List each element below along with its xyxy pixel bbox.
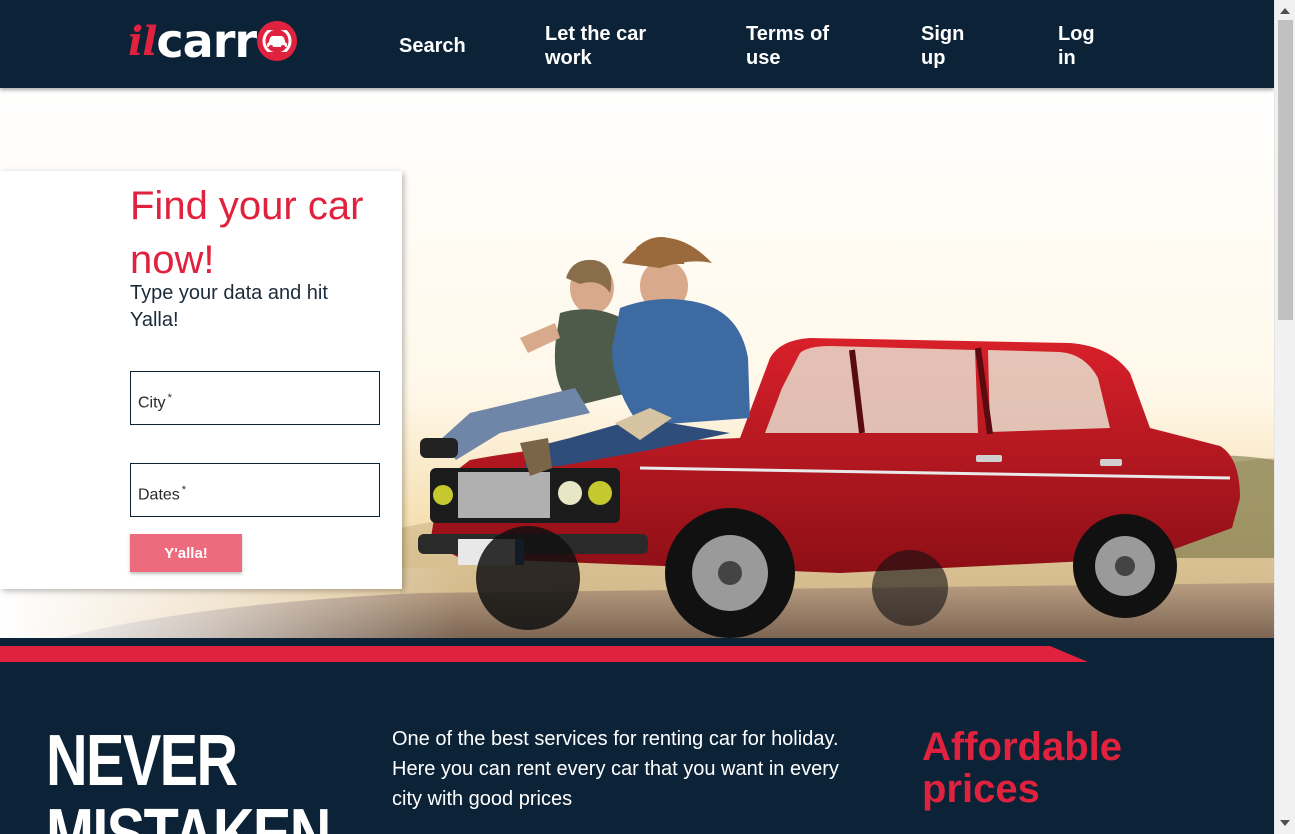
yalla-button[interactable]: Y'alla!: [130, 534, 242, 572]
search-subtitle: Type your data and hit Yalla!: [130, 282, 328, 331]
page: il carr Search Let the car work Terms of…: [0, 0, 1274, 834]
nav-sign-up[interactable]: Sign up: [921, 22, 981, 70]
nav-search[interactable]: Search: [399, 34, 466, 58]
nav-log-in[interactable]: Log in: [1058, 22, 1108, 70]
logo-carr-text: carr: [156, 14, 257, 68]
service-description: One of the best services for renting car…: [392, 728, 839, 810]
ilcarro-logo[interactable]: il carr: [128, 14, 298, 68]
scrollbar-thumb[interactable]: [1278, 20, 1293, 320]
dates-field[interactable]: Dates *: [130, 463, 380, 517]
hero-section: Find your car now! Type your data and hi…: [0, 88, 1274, 638]
city-label: City *: [138, 392, 172, 412]
dates-label: Dates *: [138, 484, 187, 504]
logo-il-text: il: [128, 17, 157, 65]
red-stripe-divider: [0, 646, 1088, 662]
scroll-up-arrow-icon[interactable]: [1280, 8, 1290, 14]
required-mark: *: [181, 484, 187, 496]
top-navbar: il carr Search Let the car work Terms of…: [0, 0, 1274, 88]
scroll-down-arrow-icon[interactable]: [1280, 820, 1290, 826]
required-mark: *: [167, 392, 172, 404]
search-title: Find your car now!: [130, 184, 364, 282]
info-section: NEVER MISTAKEN One of the best services …: [0, 638, 1274, 834]
nav-terms-of-use[interactable]: Terms of use: [746, 22, 846, 70]
city-field[interactable]: City *: [130, 371, 380, 425]
affordable-prices-heading: Affordable prices: [922, 725, 1122, 811]
vertical-scrollbar[interactable]: [1274, 0, 1295, 834]
nav-let-the-car-work[interactable]: Let the car work: [545, 22, 675, 70]
car-icon: [257, 21, 298, 61]
search-card: Find your car now! Type your data and hi…: [0, 171, 402, 589]
never-mistaken-headline: NEVER MISTAKEN: [46, 721, 331, 834]
